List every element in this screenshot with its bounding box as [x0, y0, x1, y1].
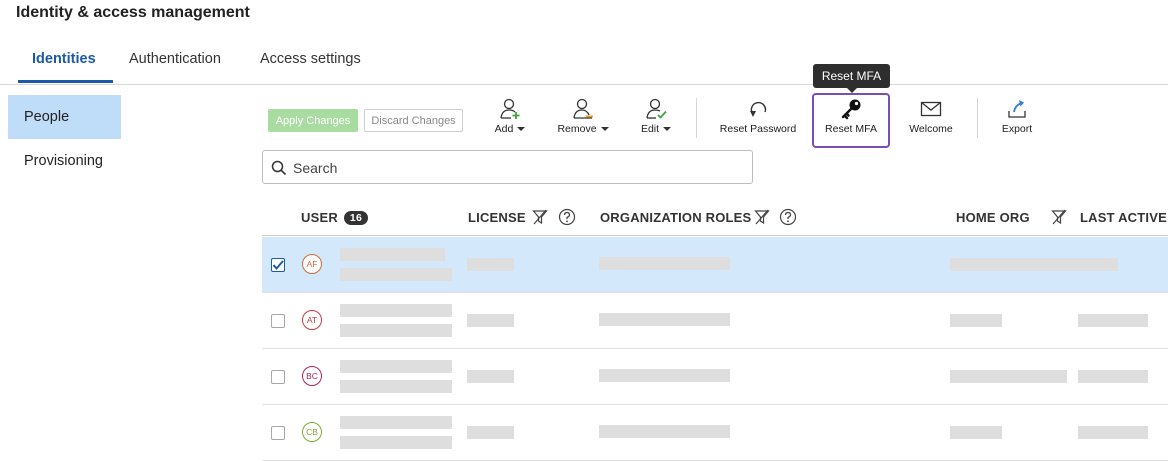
user-name-placeholder: [340, 360, 452, 373]
add-user-button[interactable]: Add: [488, 94, 532, 146]
welcome-label: Welcome: [909, 123, 953, 135]
org-roles-placeholder: [599, 257, 730, 270]
tooltip-arrow: [847, 88, 857, 93]
last-active-placeholder: [1078, 426, 1148, 439]
filter-icon[interactable]: [1051, 208, 1067, 226]
last-active-placeholder: [1078, 314, 1148, 327]
column-header-last-active[interactable]: LAST ACTIVE: [1080, 210, 1167, 225]
license-placeholder: [467, 426, 514, 439]
table-header-divider: [262, 235, 1168, 236]
edit-user-label: Edit: [640, 123, 660, 135]
table-row[interactable]: BC: [262, 349, 1168, 405]
user-email-placeholder: [340, 268, 452, 281]
license-placeholder: [467, 314, 514, 327]
help-icon[interactable]: [558, 208, 576, 226]
avatar: AF: [302, 254, 322, 274]
table-row[interactable]: AF: [262, 237, 1168, 293]
user-name-placeholder: [340, 304, 452, 317]
user-count-badge: 16: [343, 211, 369, 225]
user-name-placeholder: [340, 416, 452, 429]
key-icon: [841, 99, 861, 120]
avatar: AT: [302, 310, 322, 330]
toolbar-divider: [696, 98, 697, 138]
help-icon[interactable]: [779, 208, 797, 226]
export-button[interactable]: Export: [996, 94, 1038, 146]
edit-user-button[interactable]: Edit: [638, 94, 674, 146]
remove-user-label: Remove: [557, 123, 597, 135]
home-org-placeholder: [950, 314, 1002, 327]
tab-authentication[interactable]: Authentication: [129, 51, 221, 67]
add-user-icon: [500, 98, 520, 119]
column-header-user-label: USER: [301, 210, 338, 225]
org-roles-placeholder: [599, 369, 730, 382]
column-header-license[interactable]: LICENSE: [468, 210, 526, 225]
edit-user-icon: [646, 98, 667, 119]
avatar: CB: [302, 422, 322, 442]
reset-mfa-label: Reset MFA: [825, 123, 877, 135]
export-label: Export: [1001, 123, 1033, 135]
column-header-organization-roles[interactable]: ORGANIZATION ROLES: [600, 210, 751, 225]
export-icon: [1008, 100, 1026, 118]
search-input[interactable]: [291, 158, 735, 178]
table-row[interactable]: CB: [262, 405, 1168, 461]
search-icon: [271, 160, 287, 176]
table-row[interactable]: AT: [262, 293, 1168, 349]
user-email-placeholder: [340, 436, 452, 449]
add-user-label: Add: [494, 123, 514, 135]
row-checkbox[interactable]: [271, 426, 285, 440]
envelope-icon: [920, 101, 942, 117]
filter-icon[interactable]: [532, 208, 548, 226]
toolbar-divider: [977, 98, 978, 138]
column-header-home-org[interactable]: HOME ORG: [956, 210, 1030, 225]
reset-password-label: Reset Password: [719, 123, 797, 135]
sidebar-item-provisioning[interactable]: Provisioning: [8, 139, 121, 183]
chevron-down-icon: [517, 127, 526, 132]
discard-changes-button[interactable]: Discard Changes: [364, 109, 463, 132]
tab-access-settings[interactable]: Access settings: [260, 51, 361, 67]
license-placeholder: [467, 258, 514, 271]
row-checkbox[interactable]: [271, 314, 285, 328]
filter-icon[interactable]: [754, 208, 770, 226]
apply-changes-button[interactable]: Apply Changes: [268, 109, 358, 132]
avatar: BC: [302, 366, 322, 386]
reset-mfa-button[interactable]: Reset MFA: [814, 94, 888, 146]
home-org-placeholder: [950, 370, 1067, 383]
remove-user-button[interactable]: Remove: [556, 94, 610, 146]
reset-password-button[interactable]: Reset Password: [718, 94, 798, 146]
tab-bar: Identities Authentication Access setting…: [0, 40, 1168, 85]
checkmark-icon: [272, 260, 284, 271]
home-org-placeholder: [950, 258, 1118, 271]
chevron-down-icon: [600, 127, 609, 132]
org-roles-placeholder: [599, 313, 730, 326]
user-email-placeholder: [340, 324, 452, 337]
last-active-placeholder: [1078, 370, 1148, 383]
home-org-placeholder: [950, 426, 1002, 439]
row-checkbox[interactable]: [271, 370, 285, 384]
org-roles-placeholder: [599, 425, 730, 438]
column-header-user[interactable]: USER 16: [301, 210, 369, 225]
remove-user-icon: [573, 98, 593, 119]
row-checkbox[interactable]: [271, 258, 285, 272]
chevron-down-icon: [663, 127, 672, 132]
page-title: Identity & access management: [16, 4, 250, 21]
reset-password-icon: [750, 101, 767, 117]
sidebar-item-label: People: [24, 109, 70, 125]
tooltip: Reset MFA: [813, 64, 890, 88]
search-box: [262, 150, 753, 184]
welcome-button[interactable]: Welcome: [906, 94, 956, 146]
sidebar-item-label: Provisioning: [24, 153, 103, 169]
tab-identities[interactable]: Identities: [32, 51, 96, 67]
license-placeholder: [467, 370, 514, 383]
user-name-placeholder: [340, 248, 445, 261]
user-email-placeholder: [340, 380, 452, 393]
active-tab-indicator: [18, 80, 113, 83]
sidebar-item-people[interactable]: People: [8, 95, 121, 139]
